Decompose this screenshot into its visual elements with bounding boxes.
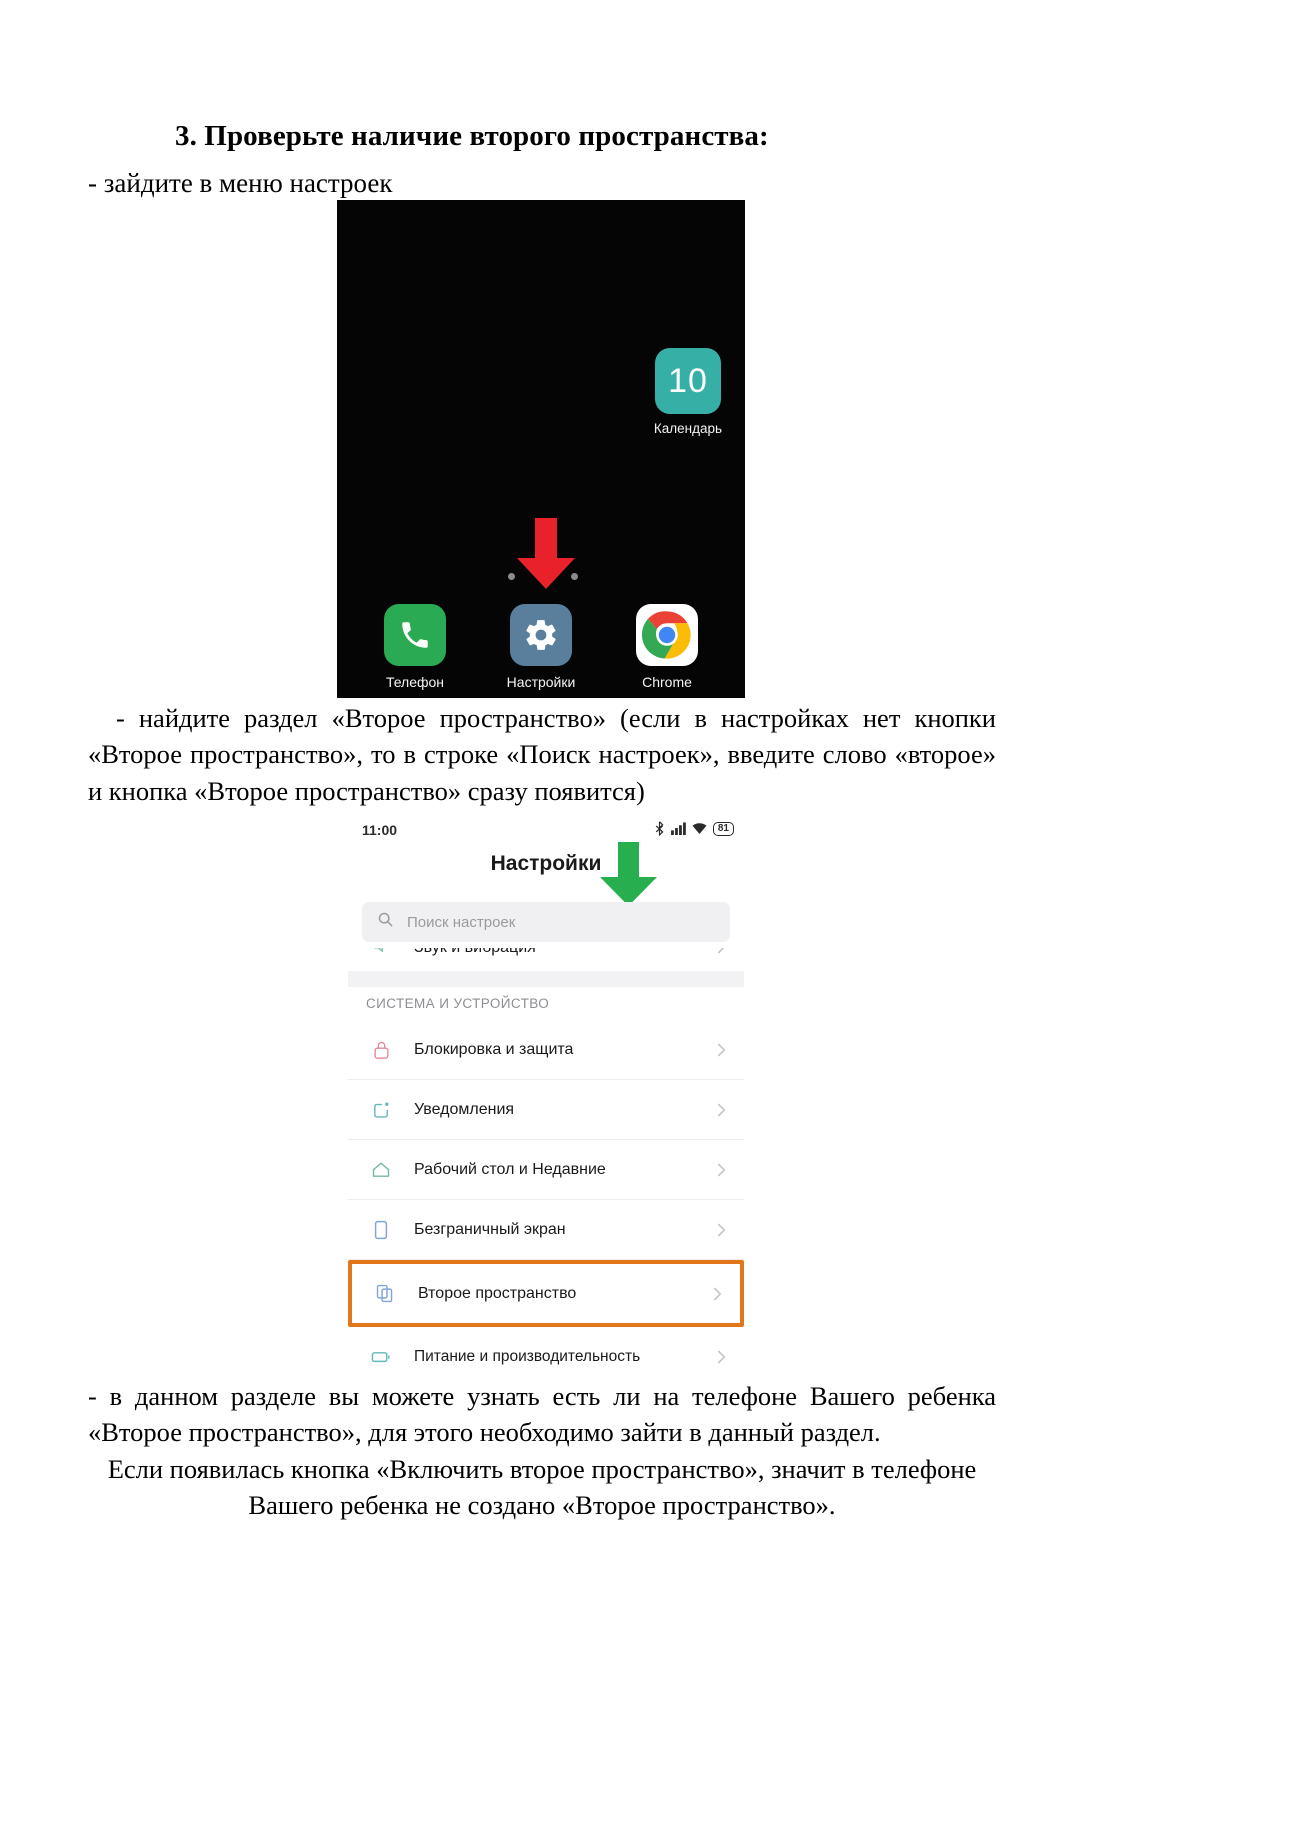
settings-page-title: Настройки xyxy=(490,852,602,875)
dock-label-settings: Настройки xyxy=(506,674,576,690)
down-arrow-icon xyxy=(600,842,657,906)
instruction-line-1: - зайдите в меню настроек xyxy=(88,168,393,198)
sound-icon xyxy=(348,948,414,960)
page-heading: 3. Проверьте наличие второго пространств… xyxy=(175,120,769,152)
document-page: 3. Проверьте наличие второго пространств… xyxy=(0,0,1300,1839)
instruction-paragraph-3: - в данном разделе вы можете узнать есть… xyxy=(88,1378,996,1523)
settings-row-label: Звук и вибрация xyxy=(414,948,536,957)
battery-perf-icon xyxy=(348,1350,414,1364)
search-icon xyxy=(378,912,393,932)
calendar-day-number: 10 xyxy=(668,361,708,400)
home-icon xyxy=(348,1160,414,1179)
chevron-right-icon xyxy=(713,1286,722,1306)
dock-label-phone: Телефон xyxy=(385,674,445,690)
calendar-icon: 10 xyxy=(655,348,721,414)
notification-icon xyxy=(348,1100,414,1119)
wifi-icon xyxy=(692,823,707,835)
gear-icon xyxy=(510,604,572,666)
settings-row-desktop-recents[interactable]: Рабочий стол и Недавние xyxy=(348,1140,744,1200)
dock-item-settings[interactable]: Настройки xyxy=(504,604,578,690)
lock-icon xyxy=(348,1040,414,1060)
chevron-right-icon xyxy=(717,1349,726,1369)
settings-row-label: Питание и производительность xyxy=(414,1347,641,1365)
signal-icon xyxy=(670,822,686,835)
settings-row-infinity-display[interactable]: Безграничный экран xyxy=(348,1200,744,1260)
settings-row-power-performance[interactable]: Питание и производительность xyxy=(348,1327,744,1380)
search-placeholder: Поиск настроек xyxy=(407,913,516,931)
settings-row-label: Второе пространство xyxy=(418,1284,577,1302)
calendar-app[interactable]: 10 Календарь xyxy=(652,348,724,436)
calendar-app-label: Календарь xyxy=(653,421,723,436)
chevron-right-icon xyxy=(717,1042,726,1062)
chevron-right-icon xyxy=(717,1102,726,1122)
page-indicator-dots xyxy=(508,573,582,581)
status-bar-time: 11:00 xyxy=(362,822,398,838)
instruction-paragraph-3-line1: - в данном разделе вы можете узнать есть… xyxy=(88,1381,996,1448)
settings-row-label: Рабочий стол и Недавние xyxy=(414,1160,606,1178)
settings-row-second-space[interactable]: Второе пространство xyxy=(348,1260,744,1327)
status-bar-icons: 81 xyxy=(654,821,734,836)
chrome-icon xyxy=(636,604,698,666)
settings-row-label: Безграничный экран xyxy=(414,1220,566,1238)
settings-screen-screenshot: 11:00 81 Настройки Поиск настроек СИСТЕМ… xyxy=(348,810,744,1380)
home-dock: Телефон Настройки Chrome xyxy=(337,604,745,690)
chevron-right-icon xyxy=(717,948,726,959)
chevron-right-icon xyxy=(717,1222,726,1242)
instruction-paragraph-2: - найдите раздел «Второе пространство» (… xyxy=(88,703,996,806)
bluetooth-icon xyxy=(655,821,664,836)
settings-row-label: Блокировка и защита xyxy=(414,1040,574,1058)
section-divider xyxy=(348,971,744,987)
battery-icon: 81 xyxy=(712,821,734,836)
settings-row-sound-partial[interactable]: Звук и вибрация xyxy=(348,948,744,970)
phone-icon xyxy=(384,604,446,666)
screen-icon xyxy=(348,1220,414,1240)
dock-item-phone[interactable]: Телефон xyxy=(378,604,452,690)
instruction-paragraph-3-line3: Вашего ребенка не создано «Второе простр… xyxy=(248,1489,836,1520)
dock-label-chrome: Chrome xyxy=(642,674,692,690)
settings-row-label: Уведомления xyxy=(414,1100,515,1118)
instruction-paragraph-3-line2: Если появилась кнопка «Включить второе п… xyxy=(107,1453,977,1484)
settings-row-notifications[interactable]: Уведомления xyxy=(348,1080,744,1140)
settings-row-lock-security[interactable]: Блокировка и защита xyxy=(348,1020,744,1080)
chevron-right-icon xyxy=(717,1162,726,1182)
status-bar: 11:00 81 xyxy=(348,818,744,848)
second-space-highlight-wrapper: Второе пространство xyxy=(348,1260,744,1327)
settings-section-header: СИСТЕМА И УСТРОЙСТВО xyxy=(366,996,550,1011)
copy-icon xyxy=(352,1284,418,1303)
settings-list: Блокировка и защита Уведомления Рабочий … xyxy=(348,1020,744,1380)
search-input[interactable]: Поиск настроек xyxy=(362,902,730,942)
dock-item-chrome[interactable]: Chrome xyxy=(630,604,704,690)
